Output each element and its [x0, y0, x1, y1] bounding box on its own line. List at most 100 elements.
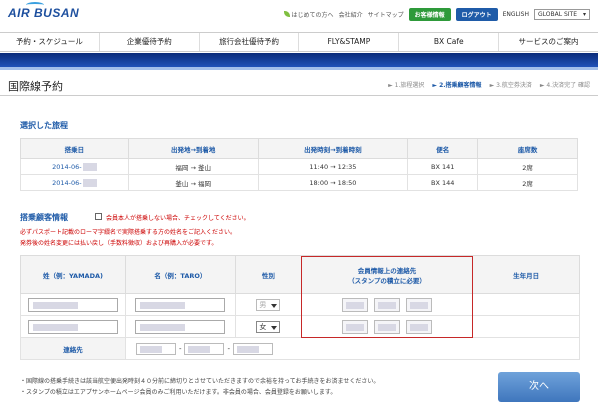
col-route: 出発地→到着地	[127, 138, 259, 159]
itinerary-header-row: 搭乗日 出発地→到着地 出発時刻→到着時刻 便名 座席数	[20, 138, 578, 159]
itinerary-title: 選択した旅程	[20, 121, 68, 130]
contact-row: 連絡先 --	[20, 337, 581, 360]
col-flight: 便名	[407, 138, 479, 159]
masked-value	[32, 301, 78, 309]
company-link[interactable]: 会社紹介	[339, 10, 363, 19]
table-row: 女	[20, 315, 580, 338]
itinerary-time: 18:00 → 18:50	[257, 174, 409, 191]
col-time: 出発時刻→到着時刻	[257, 138, 409, 159]
next-button[interactable]: 次へ	[498, 372, 580, 402]
member-contact-highlight	[301, 256, 473, 338]
itinerary-flight: BX 144	[407, 174, 479, 191]
masked-value	[82, 162, 97, 171]
step-3: ► 3.航空券決済	[489, 82, 532, 89]
itinerary-flight: BX 141	[407, 158, 479, 175]
dob-cell	[472, 315, 580, 338]
global-site-select[interactable]: GLOBAL SITE ▾	[534, 8, 590, 20]
last-name-cell	[20, 315, 126, 338]
beginner-link[interactable]: はじめての方へ	[283, 10, 334, 19]
nav-item-bx-cafe[interactable]: BX Cafe	[399, 33, 500, 51]
itinerary-time: 11:40 → 12:35	[257, 158, 409, 175]
first-name-cell	[124, 315, 236, 338]
passenger-title: 搭乗顧客情報	[20, 213, 68, 222]
first-name-cell	[124, 293, 236, 316]
table-row: 2014-06- 釜山 → 福岡 18:00 → 18:50 BX 144 2席	[20, 174, 578, 191]
contact-phone-3[interactable]	[233, 342, 274, 355]
table-row: 男	[20, 293, 580, 316]
footnote-checkin: ・国際線の搭乗手続きは該当航空便出発時刻４０分前に締切りとさせていただきますので…	[20, 378, 380, 385]
step-2: ► 2.搭乗顧客情報	[432, 82, 482, 89]
hero-band-strip	[0, 67, 598, 70]
step-1: ► 1.旅程選択	[388, 82, 425, 89]
chevron-down-icon: ▾	[582, 10, 586, 18]
contact-phone-cell: --	[124, 337, 581, 360]
contact-label: 連絡先	[20, 337, 126, 360]
itinerary-date: 2014-06-	[20, 174, 129, 191]
chevron-down-icon	[271, 325, 278, 330]
passenger-header-row: 姓（例：YAMADA) 名（例：TARO） 性別 会員情報上の連絡先 （スタンプの…	[20, 255, 580, 294]
non-member-checkbox-label: 会員本人が搭乗しない場合、チェックしてください。	[106, 215, 250, 222]
name-change-notice: 発券後の姓名変更には払い戻し（手数料徴収）および再購入が必要です。	[20, 240, 218, 247]
masked-value	[237, 345, 260, 353]
nav-item-corporate[interactable]: 企業優待予約	[100, 33, 200, 51]
logout-button[interactable]: ログアウト	[455, 7, 498, 21]
itinerary-date-text: 2014-06-	[52, 162, 82, 171]
sitemap-link[interactable]: サイトマップ	[368, 10, 404, 19]
gender-select[interactable]: 女	[256, 320, 281, 333]
gender-select[interactable]: 男	[256, 298, 281, 311]
nav-item-reservation[interactable]: 予約・スケジュール	[0, 33, 100, 51]
col-date: 搭乗日	[20, 138, 129, 159]
nav-item-services[interactable]: サービスのご案内	[499, 33, 598, 51]
nav-item-travel-agency[interactable]: 旅行会社優待予約	[200, 33, 300, 51]
top-bar: AIR BUSAN はじめての方へ 会社紹介 サイトマップ お客様情報 ログアウ…	[0, 0, 598, 30]
first-name-field[interactable]	[135, 297, 226, 312]
hero-band	[0, 53, 598, 67]
masked-value	[32, 323, 78, 331]
gender-value: 女	[259, 322, 267, 331]
step-4: ► 4.決済完了 確認	[539, 82, 590, 89]
step-1-label: 1.旅程選択	[394, 82, 425, 89]
itinerary-route: 釜山 → 福岡	[127, 174, 259, 191]
member-info-button[interactable]: お客様情報	[408, 7, 451, 21]
masked-value	[188, 345, 211, 353]
last-name-cell	[20, 293, 126, 316]
contact-phone-2[interactable]	[184, 342, 225, 355]
gender-value: 男	[259, 300, 267, 309]
first-name-field[interactable]	[135, 319, 226, 334]
gender-cell: 男	[234, 293, 302, 316]
phone-separator: -	[227, 344, 231, 353]
table-row: 2014-06- 福岡 → 釜山 11:40 → 12:35 BX 141 2席	[20, 158, 578, 175]
dob-cell	[472, 293, 580, 316]
col-last-name: 姓（例：YAMADA)	[20, 255, 126, 294]
gender-cell: 女	[234, 315, 302, 338]
itinerary-table: 搭乗日 出発地→到着地 出発時刻→到着時刻 便名 座席数 2014-06- 福岡…	[20, 138, 578, 191]
step-3-label: 3.航空券決済	[496, 82, 532, 89]
top-links: はじめての方へ 会社紹介 サイトマップ お客様情報 ログアウト ENGLISH …	[283, 7, 590, 21]
footnote-stamp: ・スタンプの積立はエアプサンホームページ会員のみご利用いただけます。非会員の場合…	[20, 389, 337, 396]
itinerary-date: 2014-06-	[20, 158, 129, 175]
leaf-icon	[283, 10, 290, 17]
page-header: 国際線予約 ► 1.旅程選択 ► 2.搭乗顧客情報 ► 3.航空券決済 ► 4.…	[0, 72, 598, 96]
progress-steps: ► 1.旅程選択 ► 2.搭乗顧客情報 ► 3.航空券決済 ► 4.決済完了 確…	[388, 80, 590, 89]
col-gender: 性別	[234, 255, 302, 294]
itinerary-seats: 2席	[477, 158, 578, 175]
chevron-down-icon	[271, 303, 278, 308]
logo[interactable]: AIR BUSAN	[8, 6, 79, 20]
last-name-field[interactable]	[27, 319, 118, 334]
non-member-checkbox[interactable]	[95, 213, 102, 220]
page-title: 国際線予約	[8, 80, 63, 93]
english-link[interactable]: ENGLISH	[503, 11, 529, 18]
masked-value	[82, 178, 97, 187]
itinerary-seats: 2席	[477, 174, 578, 191]
nav-item-flystamp[interactable]: FLY&STAMP	[299, 33, 400, 51]
itinerary-date-text: 2014-06-	[52, 178, 82, 187]
global-site-label: GLOBAL SITE	[538, 10, 578, 18]
masked-value	[140, 301, 186, 309]
col-first-name: 名（例：TARO）	[124, 255, 236, 294]
passenger-table: 姓（例：YAMADA) 名（例：TARO） 性別 会員情報上の連絡先 （スタンプの…	[20, 255, 581, 360]
step-2-label: 2.搭乗顧客情報	[439, 82, 482, 89]
masked-value	[140, 323, 186, 331]
col-dob: 生年月日	[472, 255, 580, 294]
last-name-field[interactable]	[27, 297, 118, 312]
contact-phone-1[interactable]	[135, 342, 176, 355]
